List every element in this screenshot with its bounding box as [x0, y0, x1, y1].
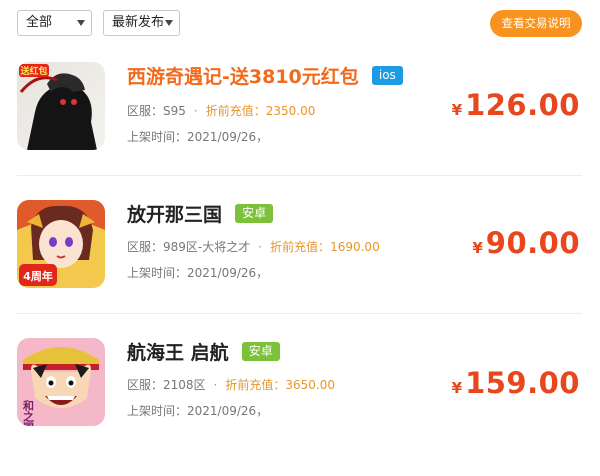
currency-symbol: ¥: [451, 379, 463, 397]
listing-price: ¥126.00: [452, 88, 580, 122]
game-thumbnail-image: 和之国篇: [17, 338, 105, 426]
listing-title-row: 西游奇遇记-送3810元红包 ios: [127, 62, 403, 92]
filter-bar: 全部 最新发布 查看交易说明: [0, 0, 600, 48]
listing-title[interactable]: 航海王 启航: [127, 342, 229, 364]
sort-select-value: 最新发布: [112, 15, 165, 30]
price-amount: 126.00: [465, 88, 580, 122]
listed-time: 上架时间：2021/09/26，: [127, 404, 269, 418]
server-label: 区服：S95: [127, 104, 186, 118]
game-icon-sanguo[interactable]: 4周年: [17, 200, 105, 288]
server-label: 区服：2108区: [127, 378, 206, 392]
listing-title[interactable]: 西游奇遇记-送3810元红包: [127, 66, 359, 88]
game-thumbnail-image: 送红包: [17, 62, 105, 150]
listing-item[interactable]: 和之国篇 航海王 启航 安卓 区服：2108区 · 折前充值：3650.00 上架时…: [17, 338, 582, 476]
server-label: 区服：989区-大将之才: [127, 240, 251, 254]
thumbnail-badge-text: 和之国篇: [22, 399, 36, 426]
trade-explanation-button[interactable]: 查看交易说明: [490, 10, 582, 37]
category-select[interactable]: 全部: [17, 10, 92, 36]
listed-time: 上架时间：2021/09/26，: [127, 266, 269, 280]
price-amount: 90.00: [485, 226, 580, 260]
thumbnail-badge-text: 4周年: [23, 269, 53, 283]
game-thumbnail-image: 4周年: [17, 200, 105, 288]
listing-title-row: 放开那三国 安卓: [127, 200, 274, 230]
currency-symbol: ¥: [451, 101, 463, 119]
listing-price: ¥90.00: [472, 226, 580, 260]
listing-item[interactable]: 送红包 西游奇遇记-送3810元红包 ios 区服：S95 · 折前充值：2350.…: [17, 62, 582, 200]
platform-badge: 安卓: [241, 342, 280, 361]
recharge-amount: 折前充值：1690.00: [270, 240, 380, 254]
listing-info: 区服：989区-大将之才 · 折前充值：1690.00: [127, 240, 380, 254]
listing-item[interactable]: 4周年 放开那三国 安卓 区服：989区-大将之才 · 折前充值：1690.00 上…: [17, 200, 582, 338]
sort-select[interactable]: 最新发布: [103, 10, 180, 36]
chevron-down-icon: [77, 20, 85, 26]
listing-title[interactable]: 放开那三国: [127, 204, 222, 226]
platform-badge: 安卓: [235, 204, 274, 223]
divider: [17, 313, 582, 314]
listing-price: ¥159.00: [452, 366, 580, 400]
listing-info: 区服：S95 · 折前充值：2350.00: [127, 104, 316, 118]
thumbnail-badge-text: 送红包: [19, 65, 47, 77]
game-icon-onepiece[interactable]: 和之国篇: [17, 338, 105, 426]
currency-symbol: ¥: [472, 239, 483, 257]
listing-title-row: 航海王 启航 安卓: [127, 338, 280, 368]
recharge-amount: 折前充值：2350.00: [205, 104, 316, 118]
recharge-amount: 折前充值：3650.00: [225, 378, 335, 392]
game-icon-xiyou[interactable]: 送红包: [17, 62, 105, 150]
platform-badge: ios: [371, 66, 403, 85]
category-select-value: 全部: [26, 15, 53, 30]
listed-time: 上架时间：2021/09/26，: [127, 130, 269, 144]
listing-info: 区服：2108区 · 折前充值：3650.00: [127, 378, 335, 392]
chevron-down-icon: [165, 20, 173, 26]
divider: [17, 175, 582, 176]
price-amount: 159.00: [465, 366, 580, 400]
